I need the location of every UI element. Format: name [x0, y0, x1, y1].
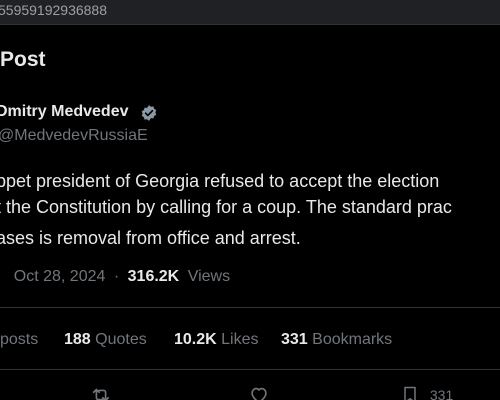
reposts-stat[interactable]: posts	[0, 331, 38, 349]
likes-count: 10.2K	[174, 331, 217, 348]
bookmark-count: 331	[429, 387, 454, 400]
tweet-text-line-3: ases is removal from office and arrest.	[0, 228, 301, 248]
reposts-label: posts	[0, 331, 39, 348]
verified-badge-icon	[141, 105, 157, 121]
bookmarks-stat[interactable]: 331 Bookmarks	[281, 331, 392, 349]
bookmarks-count: 331	[281, 331, 308, 348]
views-count: 316.2K	[127, 268, 180, 285]
bookmark-button[interactable]: 331	[400, 384, 453, 400]
author-handle[interactable]: @MedvedevRussiaE	[0, 127, 148, 145]
url-text[interactable]: 55959192936888	[0, 2, 107, 18]
views-label: Views	[187, 268, 231, 285]
quotes-stat[interactable]: 188 Quotes	[64, 331, 147, 349]
bookmark-icon	[404, 386, 416, 400]
bookmarks-label: Bookmarks	[312, 331, 393, 348]
heart-icon	[251, 387, 267, 400]
browser-address-bar[interactable]: 55959192936888	[0, 0, 500, 25]
likes-label: Likes	[221, 331, 259, 348]
author-name[interactable]: Dmitry Medvedev	[0, 103, 129, 121]
tweet-text-line-2: t the Constitution by calling for a coup…	[0, 197, 452, 217]
divider	[0, 307, 500, 308]
page-title: Post	[0, 48, 46, 71]
likes-stat[interactable]: 10.2K Likes	[174, 331, 259, 349]
post-metadata: · Oct 28, 2024 · 316.2K Views	[0, 268, 230, 286]
meta-separator: ·	[113, 268, 120, 285]
repost-button[interactable]	[90, 384, 112, 400]
tweet-text-line-1: ppet president of Georgia refused to acc…	[0, 171, 440, 191]
divider	[0, 369, 500, 370]
like-button[interactable]	[248, 384, 270, 400]
quotes-label: Quotes	[95, 331, 147, 348]
post-date[interactable]: Oct 28, 2024	[14, 268, 106, 285]
repost-icon	[92, 388, 110, 400]
quotes-count: 188	[64, 331, 91, 348]
